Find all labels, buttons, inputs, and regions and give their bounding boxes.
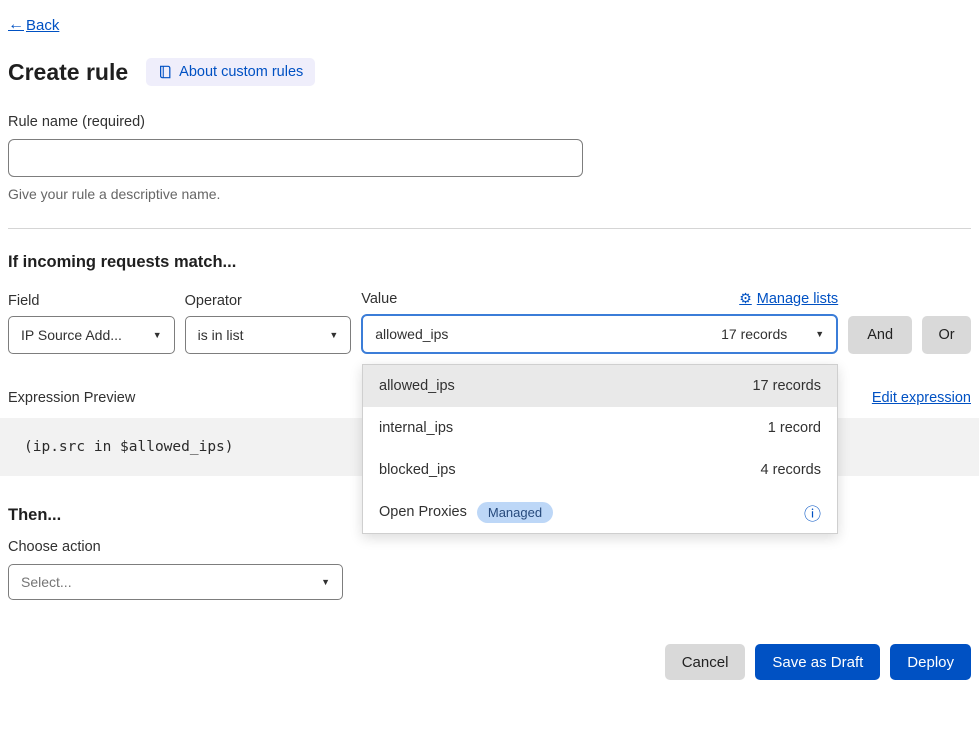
- about-custom-rules-label: About custom rules: [179, 64, 303, 80]
- list-option-internal-ips[interactable]: internal_ips 1 record: [363, 407, 837, 449]
- rule-name-input[interactable]: [8, 139, 583, 177]
- chevron-down-icon: ▼: [815, 329, 824, 339]
- save-as-draft-button[interactable]: Save as Draft: [755, 644, 880, 680]
- list-option-name: Open Proxies: [379, 504, 467, 520]
- or-button[interactable]: Or: [922, 316, 971, 354]
- field-select-value: IP Source Add...: [21, 327, 122, 343]
- book-icon: [158, 65, 172, 79]
- manage-lists-link[interactable]: ⚙ Manage lists: [739, 290, 838, 307]
- action-select[interactable]: Select... ▼: [8, 564, 343, 600]
- back-link[interactable]: ←Back: [8, 16, 59, 34]
- chevron-down-icon: ▼: [329, 330, 338, 340]
- back-arrow-icon: ←: [8, 16, 24, 34]
- deploy-button[interactable]: Deploy: [890, 644, 971, 680]
- expression-preview-label: Expression Preview: [8, 390, 135, 406]
- page-title: Create rule: [8, 59, 128, 86]
- about-custom-rules-link[interactable]: About custom rules: [146, 58, 315, 86]
- action-select-placeholder: Select...: [21, 574, 72, 590]
- rule-name-label: Rule name (required): [8, 114, 971, 130]
- list-option-records: 17 records: [752, 378, 821, 394]
- edit-expression-link[interactable]: Edit expression: [872, 390, 971, 406]
- list-option-records: 4 records: [761, 462, 821, 478]
- choose-action-label: Choose action: [8, 539, 971, 555]
- list-option-allowed-ips[interactable]: allowed_ips 17 records: [363, 365, 837, 407]
- list-option-blocked-ips[interactable]: blocked_ips 4 records: [363, 449, 837, 491]
- gear-icon: ⚙: [739, 290, 752, 307]
- list-option-open-proxies[interactable]: Open Proxies Managed ⓘ: [363, 491, 837, 533]
- chevron-down-icon: ▼: [321, 577, 330, 587]
- value-label: Value: [361, 291, 397, 307]
- manage-lists-label: Manage lists: [757, 291, 838, 307]
- info-icon[interactable]: ⓘ: [804, 500, 821, 525]
- value-select[interactable]: allowed_ips 17 records ▼: [361, 314, 838, 354]
- list-option-name: blocked_ips: [379, 462, 456, 478]
- back-label: Back: [26, 17, 59, 34]
- match-section-title: If incoming requests match...: [8, 253, 971, 272]
- operator-label: Operator: [185, 293, 352, 309]
- chevron-down-icon: ▼: [153, 330, 162, 340]
- field-select[interactable]: IP Source Add... ▼: [8, 316, 175, 354]
- field-label: Field: [8, 293, 175, 309]
- list-option-name: internal_ips: [379, 420, 453, 436]
- list-dropdown-menu: allowed_ips 17 records internal_ips 1 re…: [362, 364, 838, 534]
- operator-select-value: is in list: [198, 327, 244, 343]
- cancel-button[interactable]: Cancel: [665, 644, 746, 680]
- value-select-meta: 17 records: [721, 326, 787, 342]
- list-option-records: 1 record: [768, 420, 821, 436]
- list-option-name: allowed_ips: [379, 378, 455, 394]
- value-select-value: allowed_ips: [375, 326, 448, 342]
- managed-badge: Managed: [477, 502, 553, 523]
- section-divider: [8, 228, 971, 229]
- match-condition-row: Field IP Source Add... ▼ Operator is in …: [8, 290, 971, 354]
- rule-name-helper: Give your rule a descriptive name.: [8, 186, 971, 202]
- operator-select[interactable]: is in list ▼: [185, 316, 352, 354]
- and-button[interactable]: And: [848, 316, 912, 354]
